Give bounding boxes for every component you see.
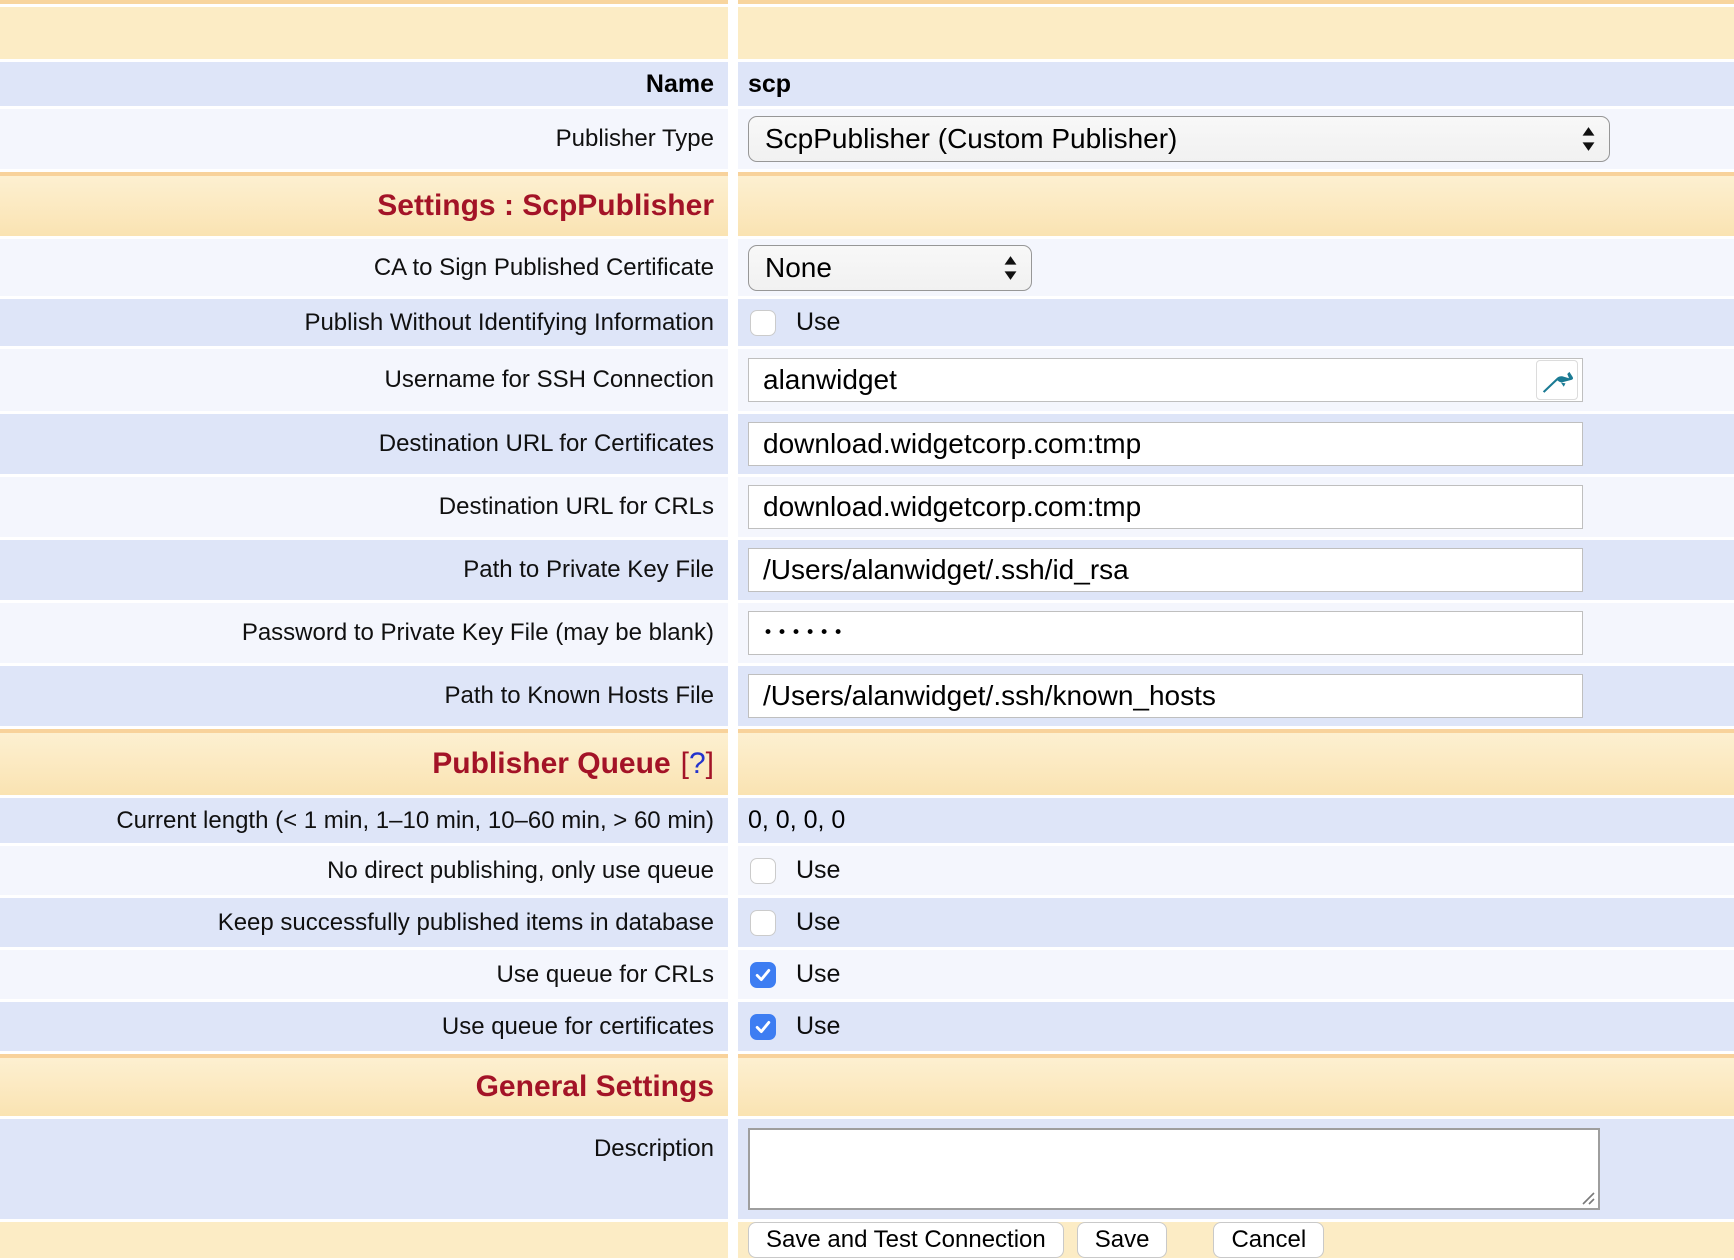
ssh-username-row: Username for SSH Connection	[0, 349, 1734, 411]
ca-sign-label: CA to Sign Published Certificate	[374, 254, 714, 282]
no-direct-publishing-checkbox[interactable]	[750, 858, 776, 884]
dest-certs-row: Destination URL for Certificates	[0, 414, 1734, 474]
save-button[interactable]: Save	[1077, 1222, 1168, 1258]
dest-certs-label: Destination URL for Certificates	[379, 430, 714, 458]
select-stepper-arrows-icon	[1580, 124, 1597, 154]
no-direct-publishing-use-label: Use	[796, 856, 840, 885]
publish-without-use-label: Use	[796, 308, 840, 337]
help-bracket-close: ]	[706, 747, 714, 780]
page-header-right-cell	[738, 7, 1734, 59]
use-queue-crls-row: Use queue for CRLs Use	[0, 950, 1734, 999]
private-key-path-label: Path to Private Key File	[463, 556, 714, 584]
use-queue-crls-checkbox[interactable]	[750, 962, 776, 988]
dest-certs-input[interactable]	[748, 422, 1583, 466]
private-key-password-row: Password to Private Key File (may be bla…	[0, 603, 1734, 663]
textarea-resize-handle[interactable]	[1581, 1191, 1596, 1206]
known-hosts-path-row: Path to Known Hosts File	[0, 666, 1734, 726]
use-queue-crls-label: Use queue for CRLs	[497, 961, 714, 989]
private-key-password-label: Password to Private Key File (may be bla…	[242, 619, 714, 647]
save-and-test-connection-button[interactable]: Save and Test Connection	[748, 1222, 1064, 1258]
settings-section-header-row: Settings : ScpPublisher	[0, 172, 1734, 236]
autofill-impala-glyph	[1540, 363, 1574, 397]
publish-without-row: Publish Without Identifying Information …	[0, 299, 1734, 346]
select-stepper-arrows-icon	[1002, 253, 1019, 283]
description-row: Description	[0, 1119, 1734, 1219]
ca-sign-selected-option: None	[765, 252, 832, 284]
general-settings-title: General Settings	[476, 1070, 714, 1104]
checkmark-icon	[753, 965, 773, 985]
ca-sign-row: CA to Sign Published Certificate None	[0, 239, 1734, 296]
page-header-row	[0, 7, 1734, 59]
table-top-edge	[0, 0, 1734, 4]
no-direct-publishing-label: No direct publishing, only use queue	[327, 857, 714, 885]
keep-published-items-label: Keep successfully published items in dat…	[218, 909, 714, 937]
use-queue-certs-checkbox[interactable]	[750, 1014, 776, 1040]
password-manager-autofill-icon[interactable]	[1536, 360, 1578, 400]
actions-row: Save and Test Connection Save Cancel	[0, 1222, 1734, 1258]
publisher-queue-header-row: Publisher Queue [?]	[0, 729, 1734, 795]
use-queue-certs-use-label: Use	[796, 1012, 840, 1041]
no-direct-publishing-row: No direct publishing, only use queue Use	[0, 846, 1734, 895]
dest-crls-row: Destination URL for CRLs	[0, 477, 1734, 537]
dest-crls-label: Destination URL for CRLs	[439, 493, 714, 521]
known-hosts-path-label: Path to Known Hosts File	[445, 682, 714, 710]
publisher-type-selected-option: ScpPublisher (Custom Publisher)	[765, 123, 1177, 155]
use-queue-crls-use-label: Use	[796, 960, 840, 989]
table-top-edge-right	[738, 0, 1734, 4]
use-queue-certs-row: Use queue for certificates Use	[0, 1002, 1734, 1051]
table-top-edge-left	[0, 0, 728, 4]
private-key-path-input[interactable]	[748, 548, 1583, 592]
dest-crls-input[interactable]	[748, 485, 1583, 529]
ca-sign-select[interactable]: None	[748, 245, 1032, 291]
settings-section-title: Settings : ScpPublisher	[377, 189, 714, 223]
publish-without-checkbox[interactable]	[750, 310, 776, 336]
private-key-path-row: Path to Private Key File	[0, 540, 1734, 600]
publish-without-label: Publish Without Identifying Information	[304, 309, 714, 337]
cancel-button[interactable]: Cancel	[1213, 1222, 1324, 1258]
description-textarea[interactable]	[748, 1128, 1600, 1210]
publisher-queue-help-link[interactable]: ?	[689, 747, 706, 780]
publisher-type-label: Publisher Type	[556, 125, 714, 153]
keep-published-items-row: Keep successfully published items in dat…	[0, 898, 1734, 947]
publisher-type-row: Publisher Type ScpPublisher (Custom Publ…	[0, 109, 1734, 169]
ssh-username-input[interactable]	[748, 358, 1583, 402]
use-queue-certs-label: Use queue for certificates	[442, 1013, 714, 1041]
general-settings-header-row: General Settings	[0, 1054, 1734, 1116]
checkmark-icon	[753, 1017, 773, 1037]
publisher-type-select[interactable]: ScpPublisher (Custom Publisher)	[748, 116, 1610, 162]
private-key-password-input[interactable]	[748, 611, 1583, 655]
help-bracket-open: [	[681, 747, 689, 780]
page-header-left-cell	[0, 7, 728, 59]
ssh-username-label: Username for SSH Connection	[385, 366, 714, 394]
queue-length-row: Current length (< 1 min, 1–10 min, 10–60…	[0, 798, 1734, 843]
name-row: Name scp	[0, 62, 1734, 106]
known-hosts-path-input[interactable]	[748, 674, 1583, 718]
publisher-queue-title: Publisher Queue	[432, 747, 670, 781]
queue-length-label: Current length (< 1 min, 1–10 min, 10–60…	[116, 807, 714, 835]
keep-published-items-checkbox[interactable]	[750, 910, 776, 936]
queue-length-value: 0, 0, 0, 0	[748, 806, 845, 835]
name-value: scp	[748, 70, 791, 99]
name-label: Name	[646, 70, 714, 99]
keep-published-items-use-label: Use	[796, 908, 840, 937]
description-label: Description	[594, 1135, 714, 1163]
edit-publisher-form: Name scp Publisher Type ScpPublisher (Cu…	[0, 0, 1734, 1260]
